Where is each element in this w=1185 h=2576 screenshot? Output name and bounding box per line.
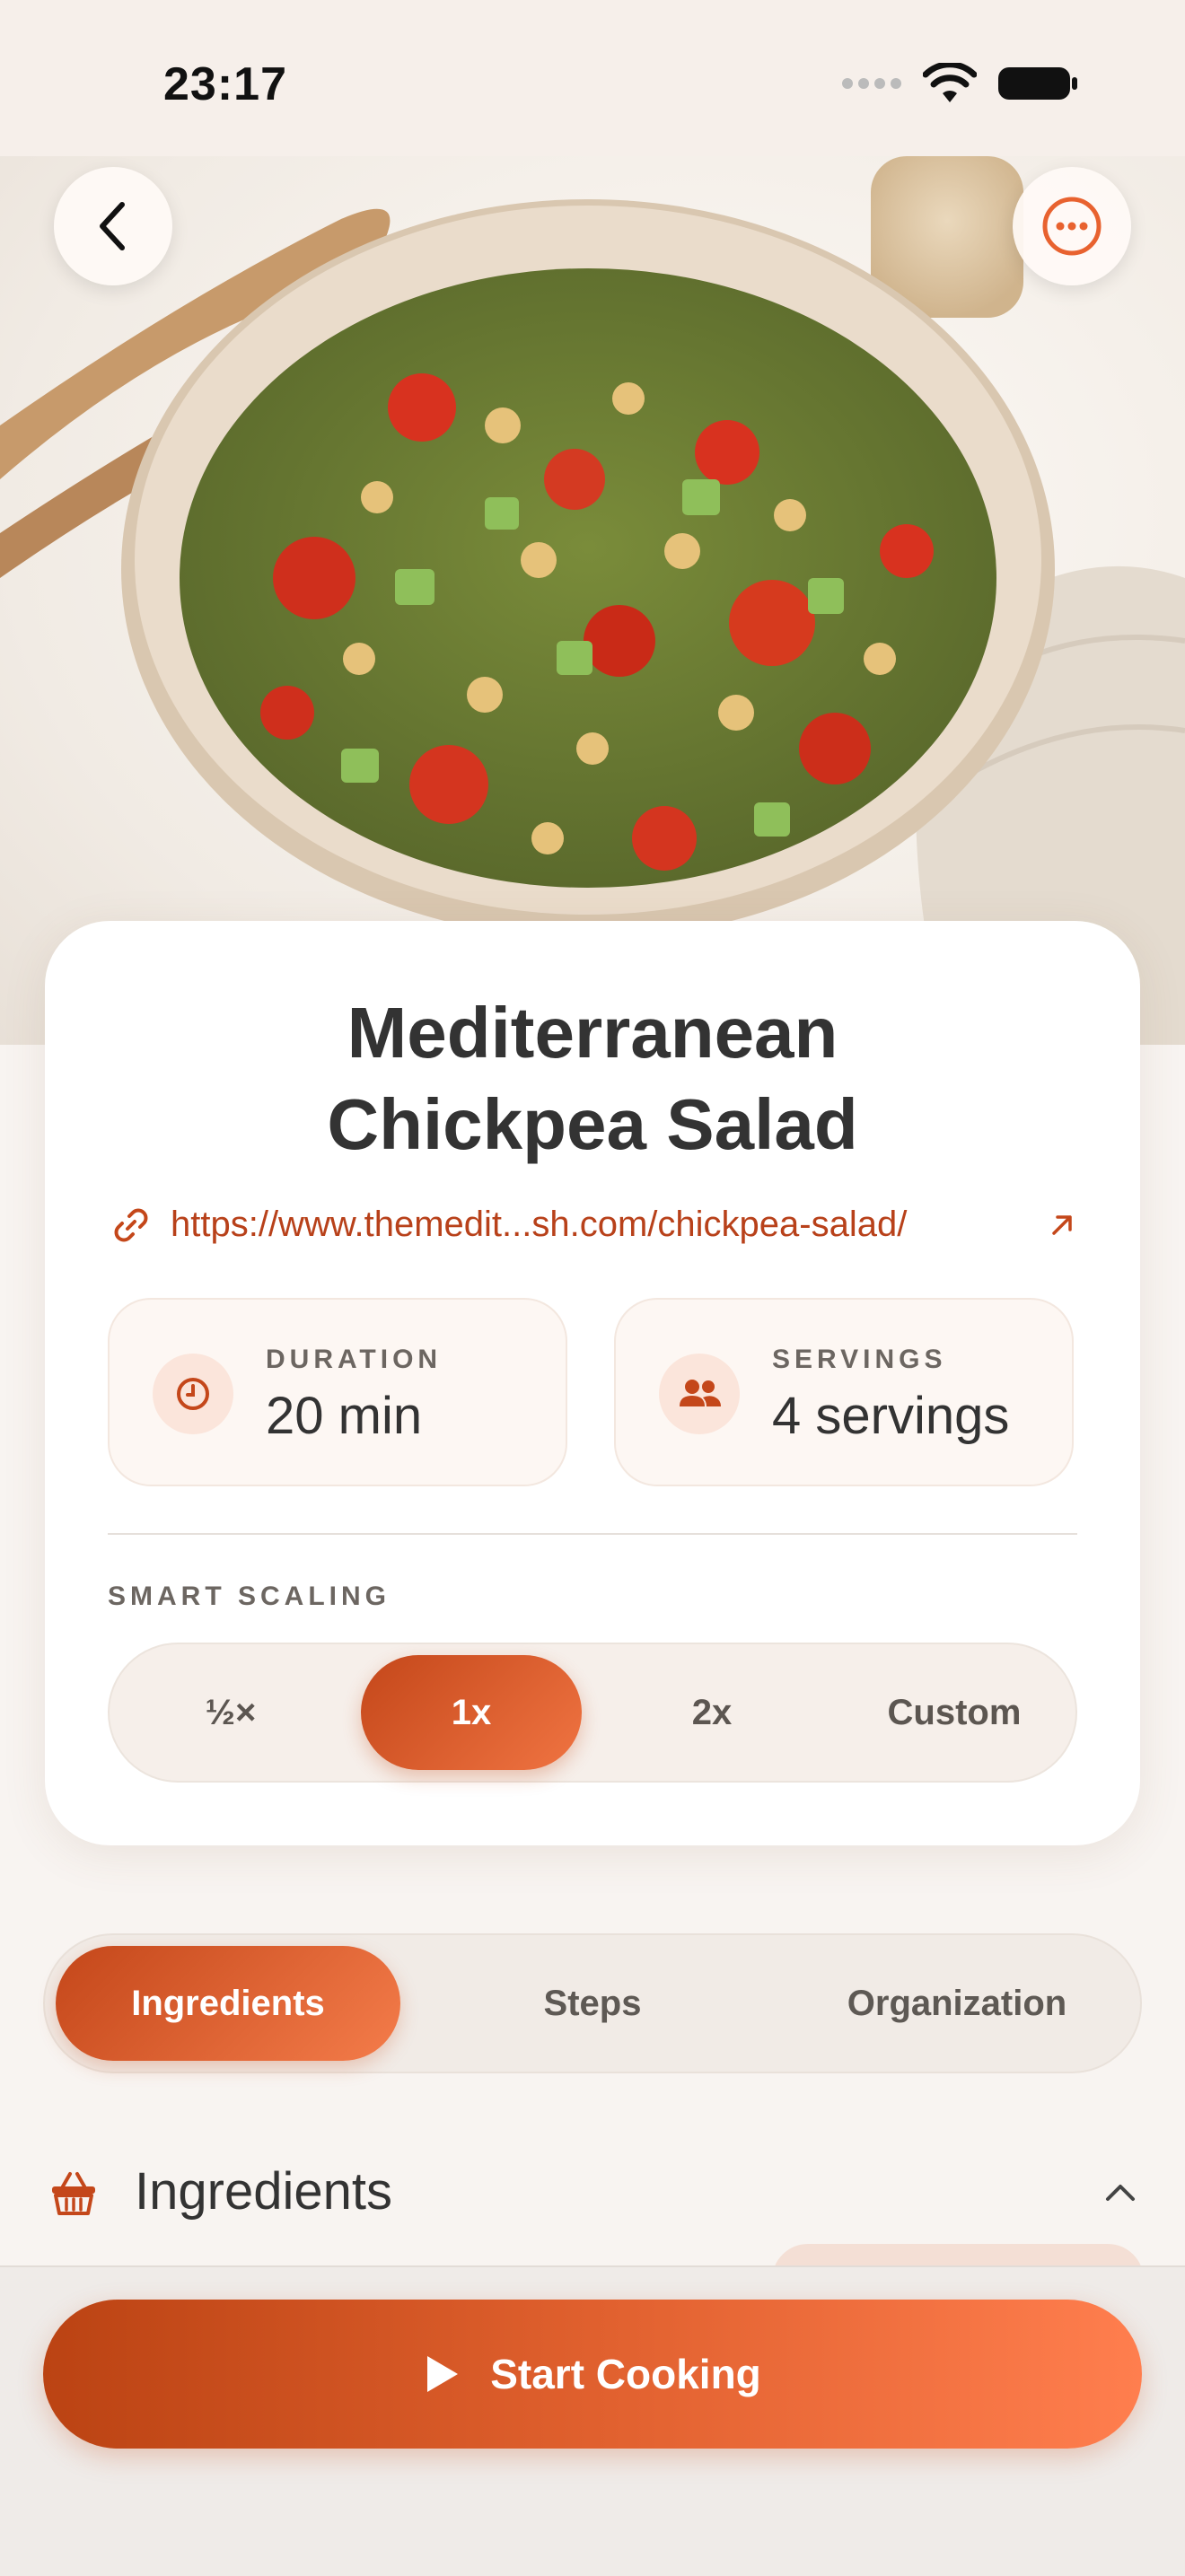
start-cooking-button[interactable]: Start Cooking xyxy=(43,2300,1142,2449)
basket-icon xyxy=(52,2172,95,2215)
duration-icon-badge xyxy=(153,1354,233,1434)
salad-bowl-illustration xyxy=(0,156,1185,1045)
play-icon xyxy=(427,2356,459,2392)
duration-label: DURATION xyxy=(266,1345,443,1374)
source-link[interactable]: https://www.themedit...sh.com/chickpea-s… xyxy=(111,1205,1077,1245)
link-icon xyxy=(114,1208,148,1241)
more-options-button[interactable] xyxy=(1013,167,1131,285)
more-horizontal-icon xyxy=(1042,197,1102,256)
recipe-info-card: Mediterranean Chickpea Salad https://www… xyxy=(45,921,1140,1845)
scale-option-1x[interactable]: 1x xyxy=(361,1655,582,1770)
scaling-selector: ½× 1x 2x Custom xyxy=(108,1643,1077,1783)
cellular-signal-icon xyxy=(842,78,901,89)
people-icon xyxy=(680,1380,721,1406)
tab-steps[interactable]: Steps xyxy=(420,1946,765,2061)
scale-option-custom[interactable]: Custom xyxy=(844,1655,1065,1770)
back-button[interactable] xyxy=(54,167,172,285)
content-tabs: Ingredients Steps Organization xyxy=(43,1933,1142,2073)
smart-scaling-label: SMART SCALING xyxy=(108,1582,391,1611)
servings-icon-badge xyxy=(659,1354,740,1434)
ingredients-section-title: Ingredients xyxy=(135,2162,392,2221)
ingredients-section-header[interactable]: Ingredients xyxy=(48,2154,1144,2235)
battery-icon xyxy=(998,67,1077,100)
recipe-hero-image xyxy=(0,156,1185,1045)
source-url[interactable]: https://www.themedit...sh.com/chickpea-s… xyxy=(171,1205,1027,1245)
recipe-title-line2: Chickpea Salad xyxy=(327,1084,858,1164)
status-icons xyxy=(840,63,1079,104)
arrow-up-right-icon xyxy=(1052,1214,1072,1235)
tab-ingredients[interactable]: Ingredients xyxy=(56,1946,400,2061)
clock-icon xyxy=(177,1378,209,1410)
wifi-icon xyxy=(923,63,977,102)
recipe-title: Mediterranean Chickpea Salad xyxy=(45,987,1140,1170)
duration-stat: DURATION 20 min xyxy=(108,1298,567,1486)
duration-value: 20 min xyxy=(266,1387,423,1445)
servings-value: 4 servings xyxy=(772,1387,1010,1445)
chevron-left-icon xyxy=(100,202,125,250)
divider xyxy=(108,1533,1077,1535)
status-bar: 23:17 xyxy=(0,0,1185,156)
bottom-action-bar: Start Cooking xyxy=(0,2265,1185,2576)
start-cooking-label: Start Cooking xyxy=(490,2351,761,2397)
servings-label: SERVINGS xyxy=(772,1345,947,1374)
recipe-title-line1: Mediterranean xyxy=(347,993,838,1073)
scale-option-2x[interactable]: 2x xyxy=(601,1655,822,1770)
scale-option-half[interactable]: ½× xyxy=(120,1655,341,1770)
status-time: 23:17 xyxy=(163,58,287,110)
tab-organization[interactable]: Organization xyxy=(785,1946,1129,2061)
chevron-up-icon[interactable] xyxy=(1102,2181,1138,2204)
servings-stat: SERVINGS 4 servings xyxy=(614,1298,1074,1486)
